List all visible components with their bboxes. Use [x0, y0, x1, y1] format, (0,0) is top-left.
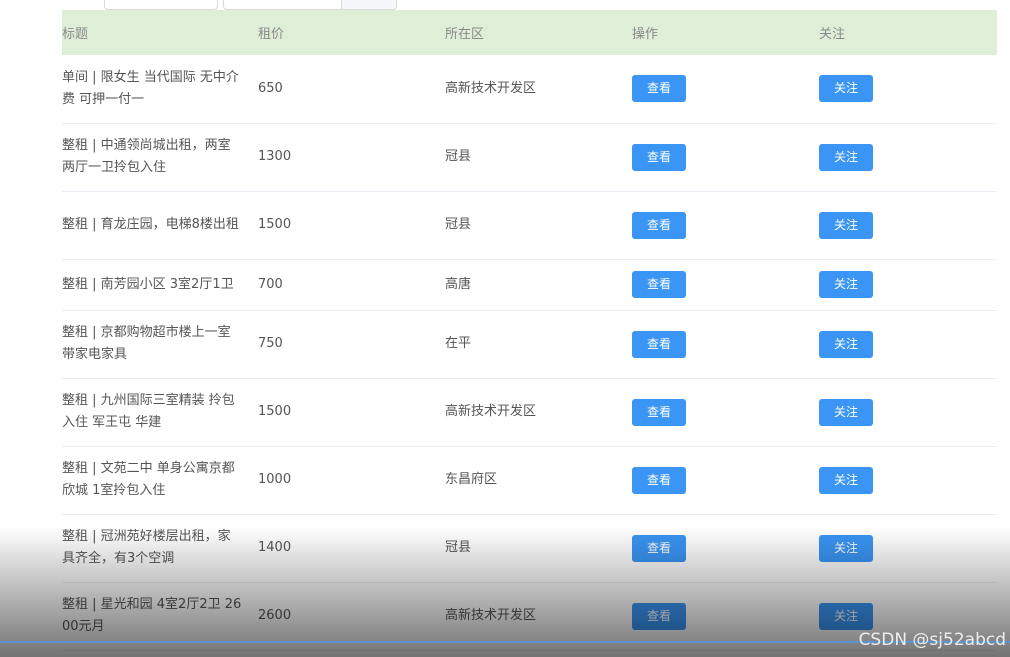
view-button[interactable]: 查看 — [632, 143, 686, 171]
listing-title: 整租 | 九州国际三室精装 拎包入住 军王屯 华建 — [62, 393, 235, 430]
listing-price: 2600 — [258, 582, 445, 651]
table-row: 单间 | 限女生 当代国际 无中介费 可押一付一 650 高新技术开发区 查看 … — [62, 55, 997, 124]
listing-title: 整租 | 冠洲苑好楼层出租，家具齐全，有3个空调 — [62, 529, 231, 566]
follow-button[interactable]: 关注 — [819, 271, 873, 298]
watermark: CSDN @sj52abcd — [858, 630, 1006, 650]
listing-area: 高新技术开发区 — [445, 55, 632, 124]
listing-area: 在平 — [445, 310, 632, 379]
header-operation: 操作 — [632, 27, 659, 42]
listing-title: 整租 | 星光和园 4室2厅2卫 2600元月 — [62, 597, 242, 634]
page: 标题 租价 所在区 操作 关注 单间 | 限女生 当代国际 无中介费 可押一付一… — [0, 0, 1010, 657]
listing-price: 650 — [258, 55, 445, 124]
view-button[interactable]: 查看 — [632, 466, 686, 494]
view-button[interactable]: 查看 — [632, 398, 686, 426]
listing-area: 东昌府区 — [445, 446, 632, 515]
listing-price: 1500 — [258, 191, 445, 260]
listing-title: 整租 | 南芳园小区 3室2厅1卫 — [62, 276, 234, 292]
follow-button[interactable]: 关注 — [819, 602, 873, 630]
listing-title: 整租 | 文苑二中 单身公寓京都欣城 1室拎包入住 — [62, 461, 235, 498]
view-button[interactable]: 查看 — [632, 534, 686, 562]
table-row: 整租 | 育龙庄园，电梯8楼出租 1500 冠县 查看 关注 — [62, 191, 997, 260]
view-button[interactable]: 查看 — [632, 75, 686, 103]
listing-price: 1400 — [258, 514, 445, 583]
table-header-row: 标题 租价 所在区 操作 关注 — [62, 10, 997, 55]
listing-price: 750 — [258, 310, 445, 379]
table-row: 整租 | 南芳园小区 3室2厅1卫 700 高唐 查看 关注 — [62, 259, 997, 311]
listing-title: 单间 | 限女生 当代国际 无中介费 可押一付一 — [62, 69, 239, 107]
follow-button[interactable]: 关注 — [819, 143, 873, 171]
listing-area: 冠县 — [445, 191, 632, 260]
follow-button[interactable]: 关注 — [819, 330, 873, 358]
view-button[interactable]: 查看 — [632, 271, 686, 298]
header-title: 标题 — [62, 27, 89, 42]
table-row: 整租 | 星光和园 4室2厅2卫 2600元月 2600 高新技术开发区 查看 … — [62, 582, 997, 651]
follow-button[interactable]: 关注 — [819, 398, 873, 426]
follow-button[interactable]: 关注 — [819, 534, 873, 562]
listing-price: 700 — [258, 259, 445, 311]
follow-button[interactable]: 关注 — [819, 75, 873, 103]
listing-area: 高唐 — [445, 259, 632, 311]
header-price: 租价 — [258, 27, 285, 42]
listing-area: 冠县 — [445, 514, 632, 583]
listing-title: 整租 | 中通领尚城出租，两室两厅一卫拎包入住 — [62, 138, 231, 175]
header-area: 所在区 — [445, 27, 485, 42]
table-row: 整租 | 京都购物超市楼上一室带家电家具 750 在平 查看 关注 — [62, 310, 997, 379]
follow-button[interactable]: 关注 — [819, 466, 873, 494]
view-button[interactable]: 查看 — [632, 602, 686, 630]
listing-price: 1500 — [258, 378, 445, 447]
listing-price: 1000 — [258, 446, 445, 515]
listing-area: 高新技术开发区 — [445, 378, 632, 447]
table-row: 整租 | 冠洲苑好楼层出租，家具齐全，有3个空调 1400 冠县 查看 关注 — [62, 514, 997, 583]
search-input-1[interactable] — [104, 0, 218, 10]
view-button[interactable]: 查看 — [632, 330, 686, 358]
listing-area: 高新技术开发区 — [445, 582, 632, 651]
listing-price: 1300 — [258, 123, 445, 192]
search-button[interactable] — [341, 0, 397, 10]
listing-area: 冠县 — [445, 123, 632, 192]
search-input-2[interactable] — [223, 0, 343, 10]
rental-table: 标题 租价 所在区 操作 关注 单间 | 限女生 当代国际 无中介费 可押一付一… — [62, 10, 997, 651]
table-row: 整租 | 九州国际三室精装 拎包入住 军王屯 华建 1500 高新技术开发区 查… — [62, 378, 997, 447]
table-row: 整租 | 文苑二中 单身公寓京都欣城 1室拎包入住 1000 东昌府区 查看 关… — [62, 446, 997, 515]
header-follow: 关注 — [819, 27, 846, 42]
table-row: 整租 | 中通领尚城出租，两室两厅一卫拎包入住 1300 冠县 查看 关注 — [62, 123, 997, 192]
listing-title: 整租 | 京都购物超市楼上一室带家电家具 — [62, 325, 231, 362]
listing-title: 整租 | 育龙庄园，电梯8楼出租 — [62, 217, 239, 232]
follow-button[interactable]: 关注 — [819, 211, 873, 239]
view-button[interactable]: 查看 — [632, 211, 686, 239]
